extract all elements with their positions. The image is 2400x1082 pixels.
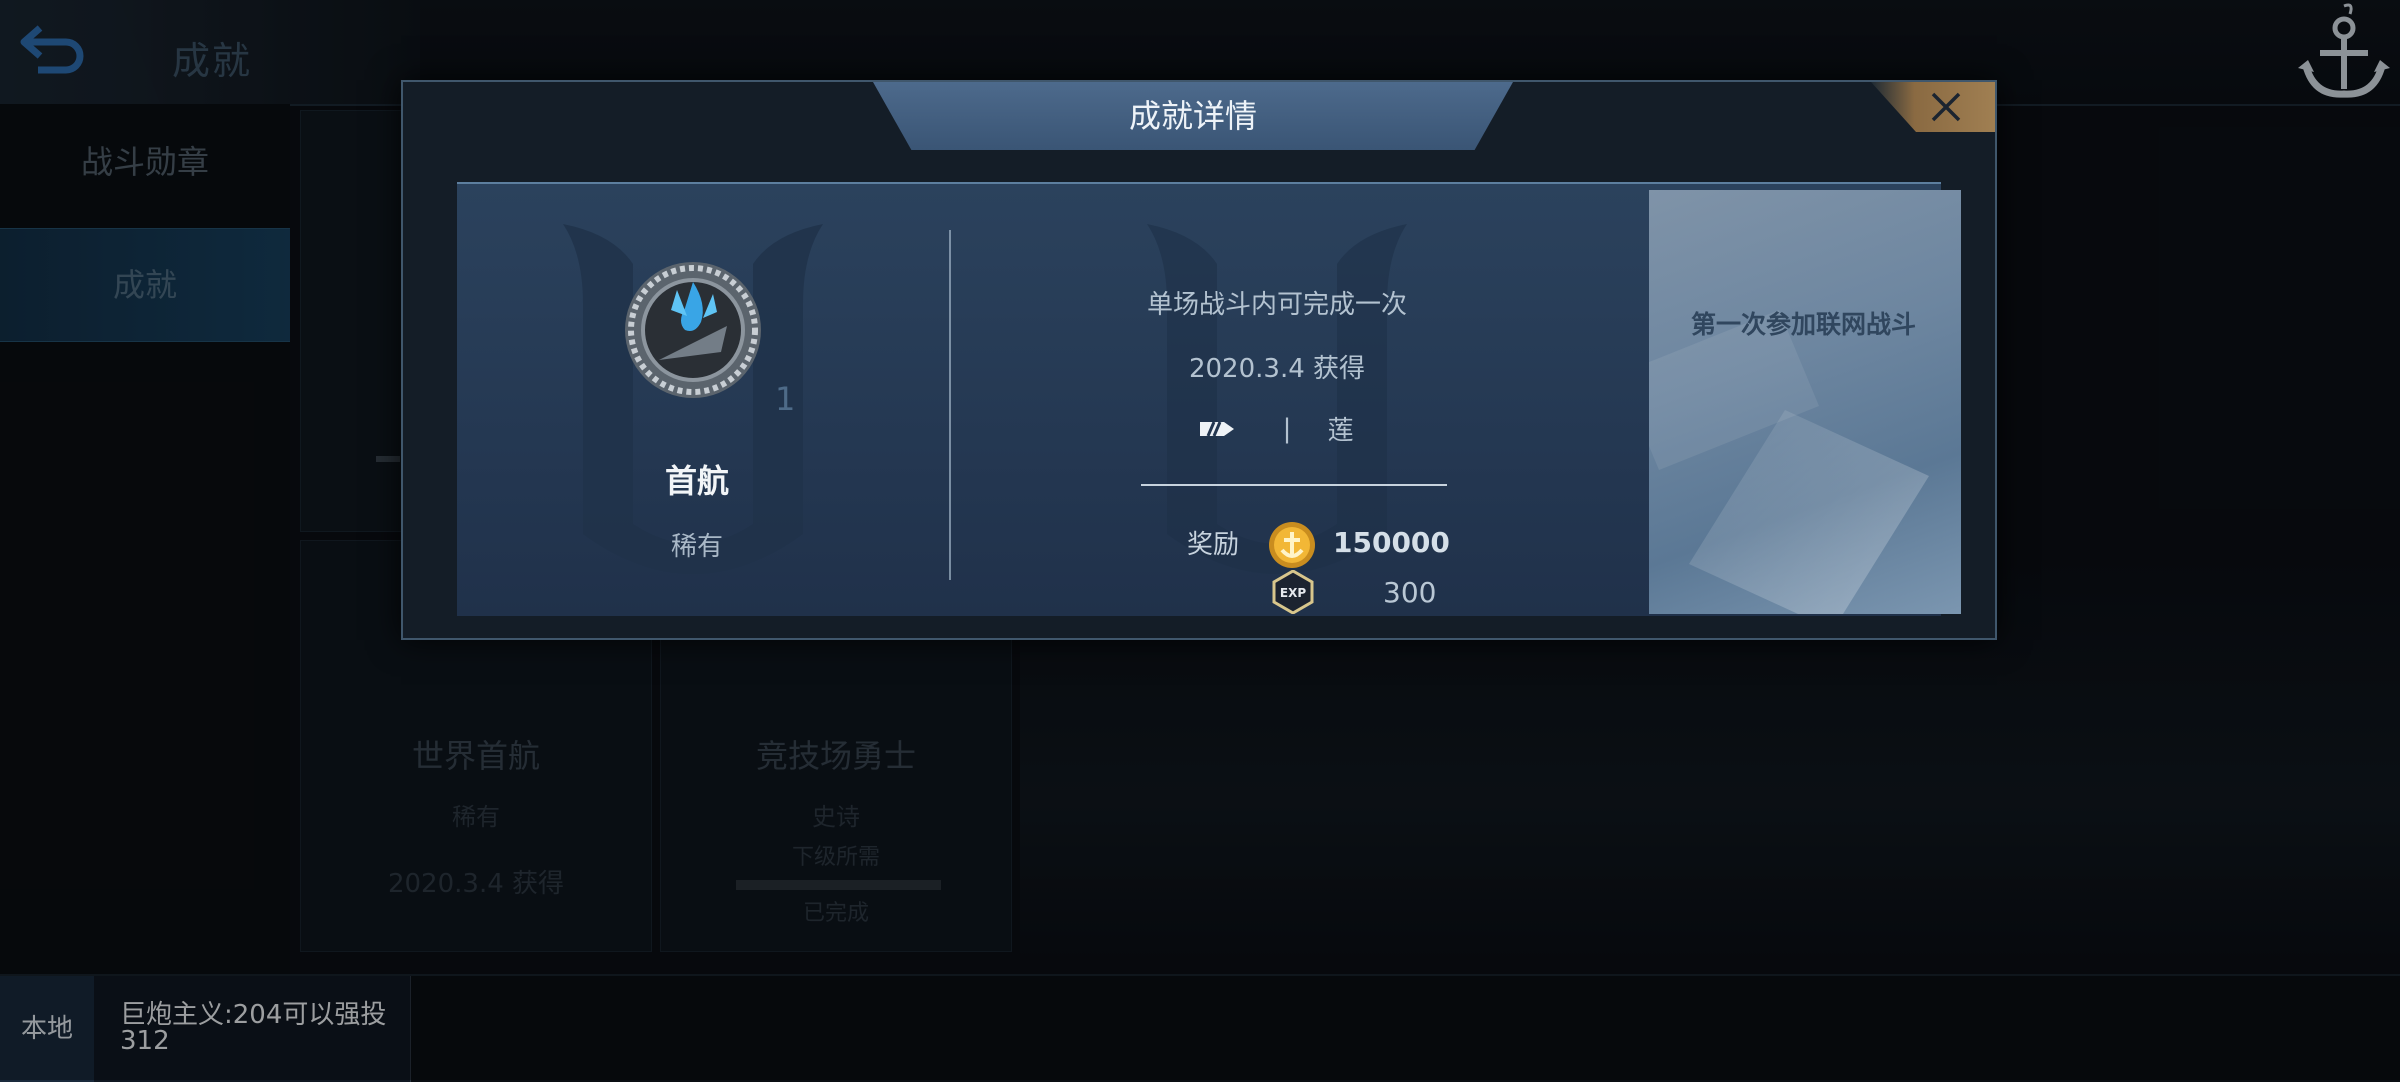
medal-count: 1 [775, 380, 796, 418]
reward-label: 奖励 [1187, 530, 1240, 560]
close-icon [1931, 92, 1961, 122]
exp-icon: EXP [1272, 570, 1314, 614]
ship-separator: | [1282, 413, 1292, 444]
exp-reward-value: 300 [1383, 576, 1437, 609]
ship-class-tag-icon [1200, 420, 1235, 437]
achievement-rarity: 稀有 [670, 532, 723, 562]
ship-name: 莲 [1327, 416, 1354, 446]
vertical-divider [949, 230, 951, 580]
ship-row: | 莲 [1057, 410, 1497, 446]
achievement-detail-dialog: 成就详情 1 首航 稀有 单场战斗内可完成一次 2020.3.4 获得 | 莲 … [401, 80, 1997, 640]
achievement-condition: 单场战斗内可完成一次 [1146, 290, 1407, 320]
achievement-description: 第一次参加联网战斗 [1691, 310, 1917, 339]
description-panel: 第一次参加联网战斗 [1649, 190, 1961, 614]
svg-text:EXP: EXP [1280, 586, 1306, 600]
medal-column: 1 首航 稀有 [457, 184, 937, 616]
dialog-body: 1 首航 稀有 单场战斗内可完成一次 2020.3.4 获得 | 莲 奖励 15… [457, 182, 1961, 616]
first-voyage-medal-icon [625, 262, 761, 398]
gold-reward-value: 150000 [1333, 526, 1450, 559]
close-button[interactable] [1871, 82, 1995, 132]
achievement-name: 首航 [664, 462, 729, 500]
horizontal-divider [1141, 484, 1447, 486]
gold-coin-icon [1269, 522, 1315, 568]
obtained-date: 2020.3.4 获得 [1188, 354, 1366, 384]
dialog-title: 成就详情 [1128, 97, 1257, 135]
info-column: 单场战斗内可完成一次 2020.3.4 获得 | 莲 奖励 150000 EXP… [1057, 184, 1497, 616]
